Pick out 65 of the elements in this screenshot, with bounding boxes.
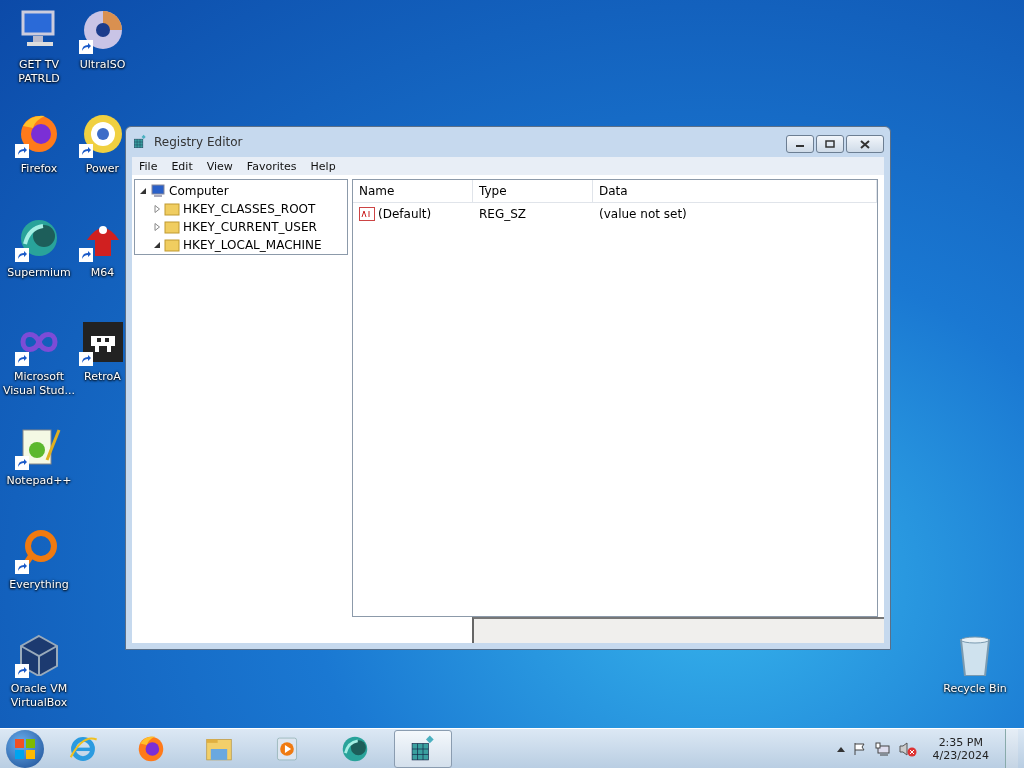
menu-item[interactable]: File [132, 159, 165, 173]
cubes-icon [132, 134, 148, 150]
shortcut-arrow-icon [15, 248, 29, 262]
shortcut-arrow-icon [15, 144, 29, 158]
muted-speaker-icon[interactable] [898, 741, 917, 757]
table-cell-text: (value not set) [598, 207, 688, 221]
folder-icon [164, 220, 180, 234]
column-header[interactable]: Data [593, 180, 877, 202]
desktop-icon-label[interactable]: Microsoft Visual Stud... [0, 370, 78, 398]
menu-item[interactable]: View [199, 159, 240, 173]
table-cell: (Default) [353, 207, 473, 221]
shortcut-arrow-icon [15, 664, 29, 678]
close-icon [860, 139, 870, 149]
computer-icon [150, 184, 166, 198]
taskbar-button[interactable] [394, 730, 452, 768]
folder-icon [164, 202, 180, 216]
shortcut-arrow-icon [78, 40, 93, 54]
expander-icon[interactable] [139, 187, 147, 195]
column-header[interactable]: Name [353, 180, 473, 202]
minimize-button[interactable] [786, 135, 814, 153]
shortcut-arrow-icon [15, 560, 29, 574]
start-button[interactable] [6, 730, 44, 768]
cube-icon [17, 632, 61, 676]
flag-icon[interactable] [852, 742, 867, 756]
desktop-icon-label[interactable]: Notepad++ [6, 474, 72, 488]
shortcut-arrow-icon [15, 352, 29, 366]
clock-date[interactable]: 4/23/2024 [932, 749, 989, 762]
desktop-icon-label[interactable]: M64 [90, 266, 115, 280]
folder-icon [164, 238, 180, 252]
column-header[interactable]: Type [473, 180, 593, 202]
maximize-button[interactable] [816, 135, 844, 153]
menu-item[interactable]: Help [303, 159, 343, 173]
tree-item[interactable]: HKEY_CURRENT_USER [183, 220, 317, 234]
shortcut-arrow-icon [78, 248, 93, 262]
tree-item[interactable]: HKEY_LOCAL_MACHINE [183, 238, 322, 252]
desktop-icon-label[interactable]: Power [85, 162, 120, 176]
globe-icon [340, 734, 370, 764]
desktop-icon-label[interactable]: RetroA [84, 370, 121, 384]
desktop-icon-label[interactable]: UltraISO [79, 58, 126, 72]
e-letter-icon [68, 734, 98, 764]
tree-item[interactable]: Computer [169, 184, 229, 198]
windows-logo-icon [14, 738, 36, 760]
desktop-icon-label[interactable]: Oracle VM VirtualBox [0, 682, 78, 710]
expander-icon[interactable] [153, 241, 161, 249]
tree-item[interactable]: HKEY_CLASSES_ROOT [183, 202, 316, 216]
clock-time[interactable]: 2:35 PM [938, 736, 983, 749]
maximize-icon [825, 140, 835, 148]
invader-icon [80, 320, 125, 364]
close-button[interactable] [846, 135, 884, 153]
table-cell-text: REG_SZ [478, 207, 528, 221]
desktop-icon-label[interactable]: Recycle Bin [943, 682, 1007, 696]
desktop-icon-label[interactable]: Supermium [7, 266, 71, 280]
desktop-icon-label[interactable]: Firefox [20, 162, 58, 176]
menu-item[interactable]: Edit [164, 159, 200, 173]
shortcut-arrow-icon [78, 352, 93, 366]
shortcut-arrow-icon [78, 144, 93, 158]
firefox-icon [136, 734, 166, 764]
shortcut-arrow-icon [15, 456, 29, 470]
string-value-icon [359, 207, 375, 221]
desktop-icon-label[interactable]: GET TV PATRLD [0, 58, 78, 86]
caret-icon[interactable] [836, 746, 845, 752]
menu-item[interactable]: Favorites [239, 159, 304, 173]
desktop-icon-label[interactable]: Everything [9, 578, 69, 592]
network-icon[interactable] [874, 742, 891, 756]
window-title: Registry Editor [154, 135, 244, 149]
